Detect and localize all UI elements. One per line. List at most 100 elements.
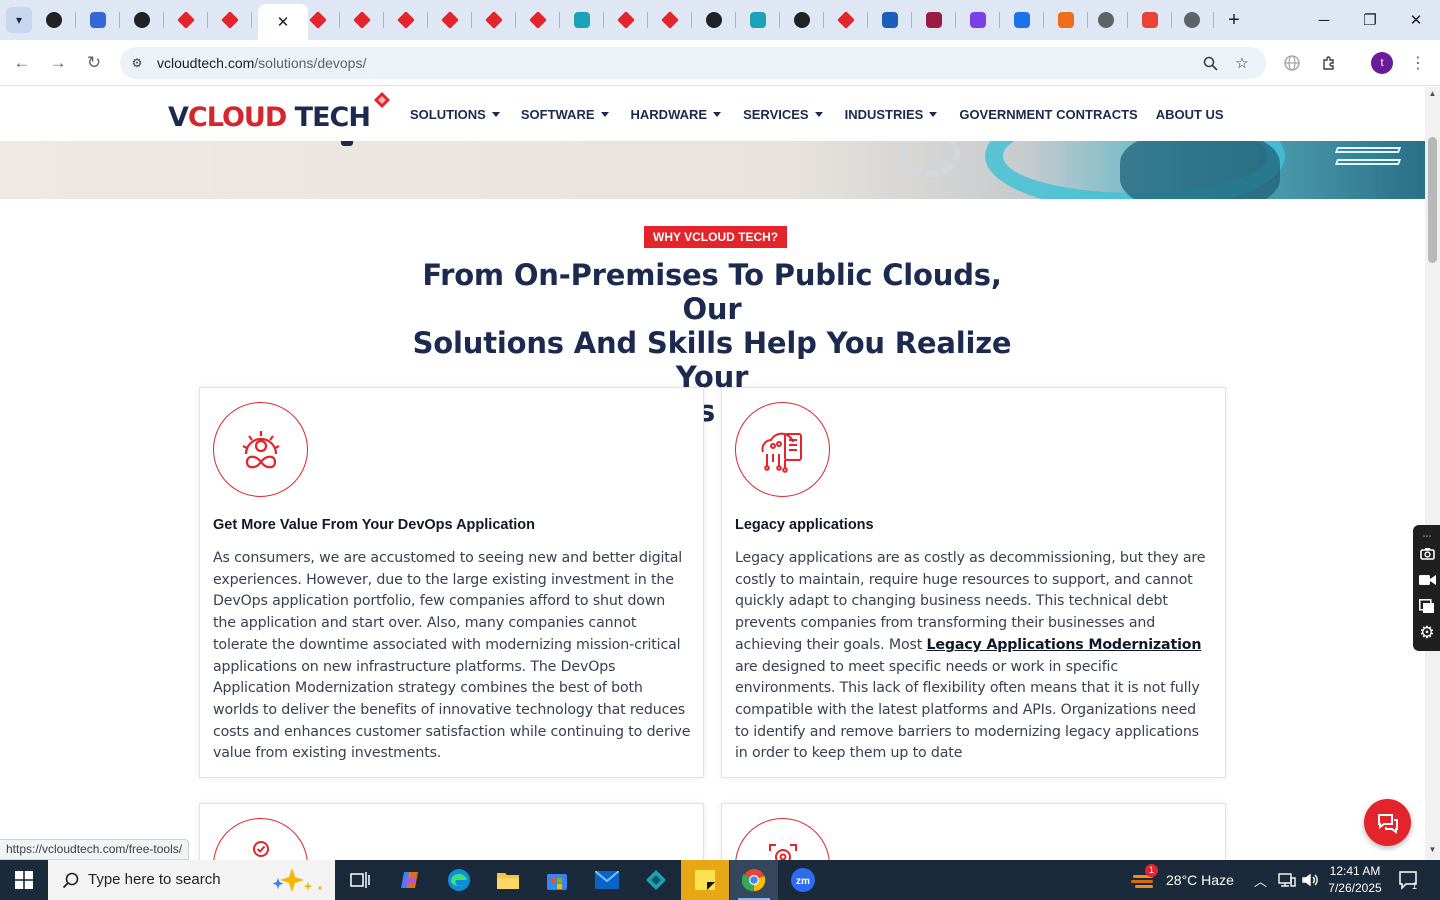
reload-icon[interactable]: ↻ (81, 50, 107, 76)
tab-25[interactable] (1086, 6, 1128, 34)
camera-icon[interactable] (1418, 544, 1436, 562)
tab-active-vcloudtech[interactable]: ✕ (258, 4, 308, 40)
caret-down-icon (929, 112, 938, 117)
tab-10[interactable] (430, 6, 472, 34)
favicon-icon (1058, 12, 1074, 28)
favicon-icon (661, 11, 679, 29)
nav-label: HARDWARE (630, 107, 708, 122)
page-scrollbar[interactable]: ▲ ▼ (1425, 87, 1440, 860)
nav-government-contracts[interactable]: GOVERNMENT CONTRACTS (959, 107, 1137, 122)
network-icon[interactable] (1278, 860, 1296, 900)
tab-5[interactable] (210, 6, 252, 34)
forward-icon[interactable]: → (45, 50, 71, 76)
tab-20[interactable] (870, 6, 912, 34)
vcloudtech-logo[interactable]: VCLOUD TECH (168, 92, 393, 133)
tab-8[interactable] (342, 6, 384, 34)
video-record-icon[interactable] (1418, 571, 1436, 589)
favicon-icon (970, 12, 986, 28)
windows-logo-icon (15, 871, 33, 889)
bookmark-star-icon[interactable]: ☆ (1232, 54, 1252, 72)
tab-16[interactable] (694, 6, 736, 34)
tab-12[interactable] (518, 6, 560, 34)
tab-11[interactable] (474, 6, 516, 34)
nav-hardware[interactable]: HARDWARE (631, 107, 722, 122)
settings-gear-icon[interactable]: ⚙ (1418, 623, 1436, 642)
tab-27[interactable] (1172, 6, 1214, 34)
tab-19[interactable] (826, 6, 868, 34)
back-icon[interactable]: ← (9, 50, 35, 76)
nav-services[interactable]: SERVICES (743, 107, 823, 122)
tab-2[interactable] (78, 6, 120, 34)
tab-separator (515, 12, 516, 28)
profile-avatar[interactable]: t (1371, 52, 1393, 74)
weather-text: 28°C Haze (1166, 872, 1234, 888)
taskbar-search[interactable]: Type here to search (48, 860, 335, 900)
browser-menu-icon[interactable]: ⋮ (1406, 51, 1430, 75)
zoom-app-icon[interactable]: zm (779, 860, 827, 900)
microsoft-store-icon[interactable] (533, 860, 581, 900)
nav-software[interactable]: SOFTWARE (521, 107, 609, 122)
translate-globe-icon[interactable] (1280, 51, 1304, 75)
show-hidden-icons-chevron[interactable]: ︿ (1254, 860, 1267, 900)
nav-industries[interactable]: INDUSTRIES (845, 107, 938, 122)
tab-separator (823, 12, 824, 28)
tab-26[interactable] (1130, 6, 1172, 34)
file-explorer-icon[interactable] (484, 860, 532, 900)
copilot-app-icon[interactable] (386, 860, 434, 900)
legacy-modernization-link[interactable]: Legacy Applications Modernization (927, 637, 1202, 653)
notification-count: 1 (1412, 881, 1417, 890)
tab-9[interactable] (386, 6, 428, 34)
tab-separator (603, 12, 604, 28)
notification-center-icon[interactable]: 1 (1398, 870, 1418, 891)
tab-18[interactable] (782, 6, 824, 34)
windows-start-button[interactable] (0, 860, 48, 900)
sticky-notes-icon[interactable] (681, 860, 729, 900)
mail-app-icon[interactable] (583, 860, 631, 900)
system-clock[interactable]: 12:41 AM 7/26/2025 (1322, 863, 1388, 897)
url-text[interactable]: vcloudtech.com/solutions/devops/ (157, 55, 366, 71)
tab-1[interactable] (34, 6, 76, 34)
close-window-button[interactable]: ✕ (1393, 6, 1439, 34)
tab-15[interactable] (650, 6, 692, 34)
address-bar[interactable]: ⚙ vcloudtech.com/solutions/devops/ ☆ (120, 47, 1266, 79)
scroll-down-icon[interactable]: ▼ (1428, 845, 1437, 854)
chat-button[interactable] (1364, 799, 1411, 846)
extensions-puzzle-icon[interactable] (1317, 51, 1341, 75)
tab-4[interactable] (166, 6, 208, 34)
task-view-icon[interactable] (336, 860, 384, 900)
nav-label: ABOUT US (1155, 107, 1224, 122)
site-settings-icon[interactable]: ⚙ (128, 54, 146, 72)
logo-diamond-icon (374, 92, 390, 108)
card-next-left (199, 803, 704, 900)
chrome-browser-icon[interactable] (730, 860, 778, 900)
main-navigation: SOLUTIONS SOFTWARE HARDWARE SERVICES INDUSTR… (410, 107, 1224, 122)
tab-3[interactable] (122, 6, 164, 34)
teal-app-icon[interactable] (632, 860, 680, 900)
gallery-icon[interactable] (1418, 597, 1436, 615)
close-tab-icon[interactable]: ✕ (277, 13, 290, 31)
scroll-up-icon[interactable]: ▲ (1428, 89, 1437, 98)
zoom-icon[interactable] (1200, 54, 1220, 72)
scroll-thumb[interactable] (1428, 137, 1437, 263)
tab-separator (647, 12, 648, 28)
tab-24[interactable] (1046, 6, 1088, 34)
nav-solutions[interactable]: SOLUTIONS (410, 107, 500, 122)
tab-13[interactable] (562, 6, 604, 34)
legacy-circuit-icon (735, 402, 830, 497)
tab-21[interactable] (914, 6, 956, 34)
weather-widget[interactable]: 1 28°C Haze (1131, 860, 1234, 900)
widget-more-icon[interactable]: ⋯ (1418, 527, 1436, 545)
new-tab-button[interactable]: + (1222, 8, 1246, 32)
volume-icon[interactable] (1301, 860, 1319, 900)
minimize-button[interactable]: ─ (1301, 6, 1347, 34)
maximize-button[interactable]: ❐ (1347, 6, 1393, 34)
tab-separator (119, 12, 120, 28)
search-highlight-sparkle-icon (272, 868, 322, 892)
nav-about-us[interactable]: ABOUT US (1156, 107, 1224, 122)
edge-browser-icon[interactable] (435, 860, 483, 900)
tab-17[interactable] (738, 6, 780, 34)
tab-22[interactable] (958, 6, 1000, 34)
tab-14[interactable] (606, 6, 648, 34)
tab-23[interactable] (1002, 6, 1044, 34)
tab-search-button[interactable]: ▾ (6, 7, 32, 33)
